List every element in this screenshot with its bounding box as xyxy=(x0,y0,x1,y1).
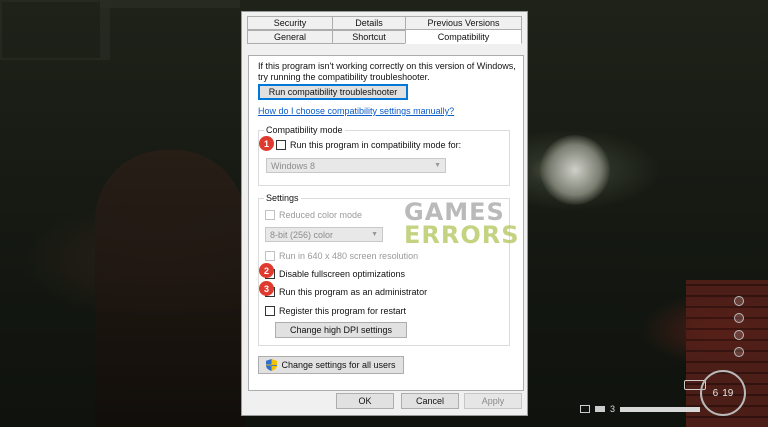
fullscreen-row: Disable fullscreen optimizations xyxy=(265,269,405,279)
settings-title: Settings xyxy=(264,193,301,203)
hud-slot-icon xyxy=(734,347,744,357)
admin-label: Run this program as an administrator xyxy=(279,287,428,297)
tab-compatibility[interactable]: Compatibility xyxy=(405,29,522,44)
tab-shortcut[interactable]: Shortcut xyxy=(332,30,406,44)
ammo-loaded: 6 xyxy=(712,387,719,399)
fullscreen-label: Disable fullscreen optimizations xyxy=(279,269,406,279)
reduced-color-row: Reduced color mode xyxy=(265,210,362,220)
manual-settings-link[interactable]: How do I choose compatibility settings m… xyxy=(258,106,454,116)
watermark-logo: GAMES ERRORS xyxy=(404,200,520,249)
step-badge-1: 1 xyxy=(259,136,274,151)
intro-text: If this program isn't working correctly … xyxy=(258,61,516,82)
cancel-button[interactable]: Cancel xyxy=(401,393,459,409)
color-depth-value: 8-bit (256) color xyxy=(270,229,334,240)
compatibility-panel: If this program isn't working correctly … xyxy=(248,55,524,391)
step-badge-2: 2 xyxy=(259,263,274,278)
resolution-checkbox[interactable] xyxy=(265,251,275,261)
tab-previous-versions[interactable]: Previous Versions xyxy=(405,16,522,30)
run-troubleshooter-button[interactable]: Run compatibility troubleshooter xyxy=(258,84,408,100)
os-version-select[interactable]: Windows 8 ▼ xyxy=(266,158,446,173)
background-beam xyxy=(100,0,240,8)
high-dpi-button[interactable]: Change high DPI settings xyxy=(275,322,407,338)
hud-ammo-counter: 6 19 xyxy=(700,370,746,416)
tab-details[interactable]: Details xyxy=(332,16,406,30)
compat-mode-row: Run this program in compatibility mode f… xyxy=(276,140,461,150)
apply-button[interactable]: Apply xyxy=(464,393,522,409)
restart-checkbox[interactable] xyxy=(265,306,275,316)
hud-slot-icon xyxy=(734,296,744,306)
background-window-frame xyxy=(0,0,110,60)
properties-dialog: Security Details Previous Versions Gener… xyxy=(241,11,528,416)
tab-general[interactable]: General xyxy=(247,30,333,44)
stamina-fill xyxy=(620,406,701,412)
battery-icon xyxy=(595,406,605,412)
all-users-button[interactable]: Change settings for all users xyxy=(258,356,404,374)
compat-mode-checkbox[interactable] xyxy=(276,140,286,150)
restart-row: Register this program for restart xyxy=(265,306,406,316)
os-version-value: Windows 8 xyxy=(271,160,316,171)
tab-security[interactable]: Security xyxy=(247,16,333,30)
hud-item-count: 3 xyxy=(610,404,616,414)
uac-shield-icon xyxy=(266,359,278,371)
flashlight-icon xyxy=(580,405,590,413)
ok-button[interactable]: OK xyxy=(336,393,394,409)
restart-label: Register this program for restart xyxy=(279,306,407,316)
resolution-row: Run in 640 x 480 screen resolution xyxy=(265,251,418,261)
compat-mode-label: Run this program in compatibility mode f… xyxy=(290,140,462,150)
all-users-label: Change settings for all users xyxy=(281,360,396,370)
reduced-color-label: Reduced color mode xyxy=(279,210,363,220)
hud-item-slots xyxy=(734,296,746,364)
ammo-reserve: 19 xyxy=(722,387,734,399)
background-lamp xyxy=(540,135,610,205)
stamina-bar xyxy=(620,406,701,412)
hud-status-bar: 3 xyxy=(580,404,701,414)
chevron-down-icon: ▼ xyxy=(434,162,441,169)
compatibility-mode-title: Compatibility mode xyxy=(264,125,345,135)
chevron-down-icon: ▼ xyxy=(371,231,378,238)
color-depth-select[interactable]: 8-bit (256) color ▼ xyxy=(265,227,383,242)
compatibility-mode-group: Compatibility mode Run this program in c… xyxy=(258,125,510,186)
hud-slot-icon xyxy=(734,313,744,323)
admin-row: Run this program as an administrator xyxy=(265,287,427,297)
watermark-line2: ERRORS xyxy=(404,221,520,249)
reduced-color-checkbox[interactable] xyxy=(265,210,275,220)
hud-slot-icon xyxy=(734,330,744,340)
resolution-label: Run in 640 x 480 screen resolution xyxy=(279,251,419,261)
step-badge-3: 3 xyxy=(259,281,274,296)
background-character xyxy=(95,150,245,427)
